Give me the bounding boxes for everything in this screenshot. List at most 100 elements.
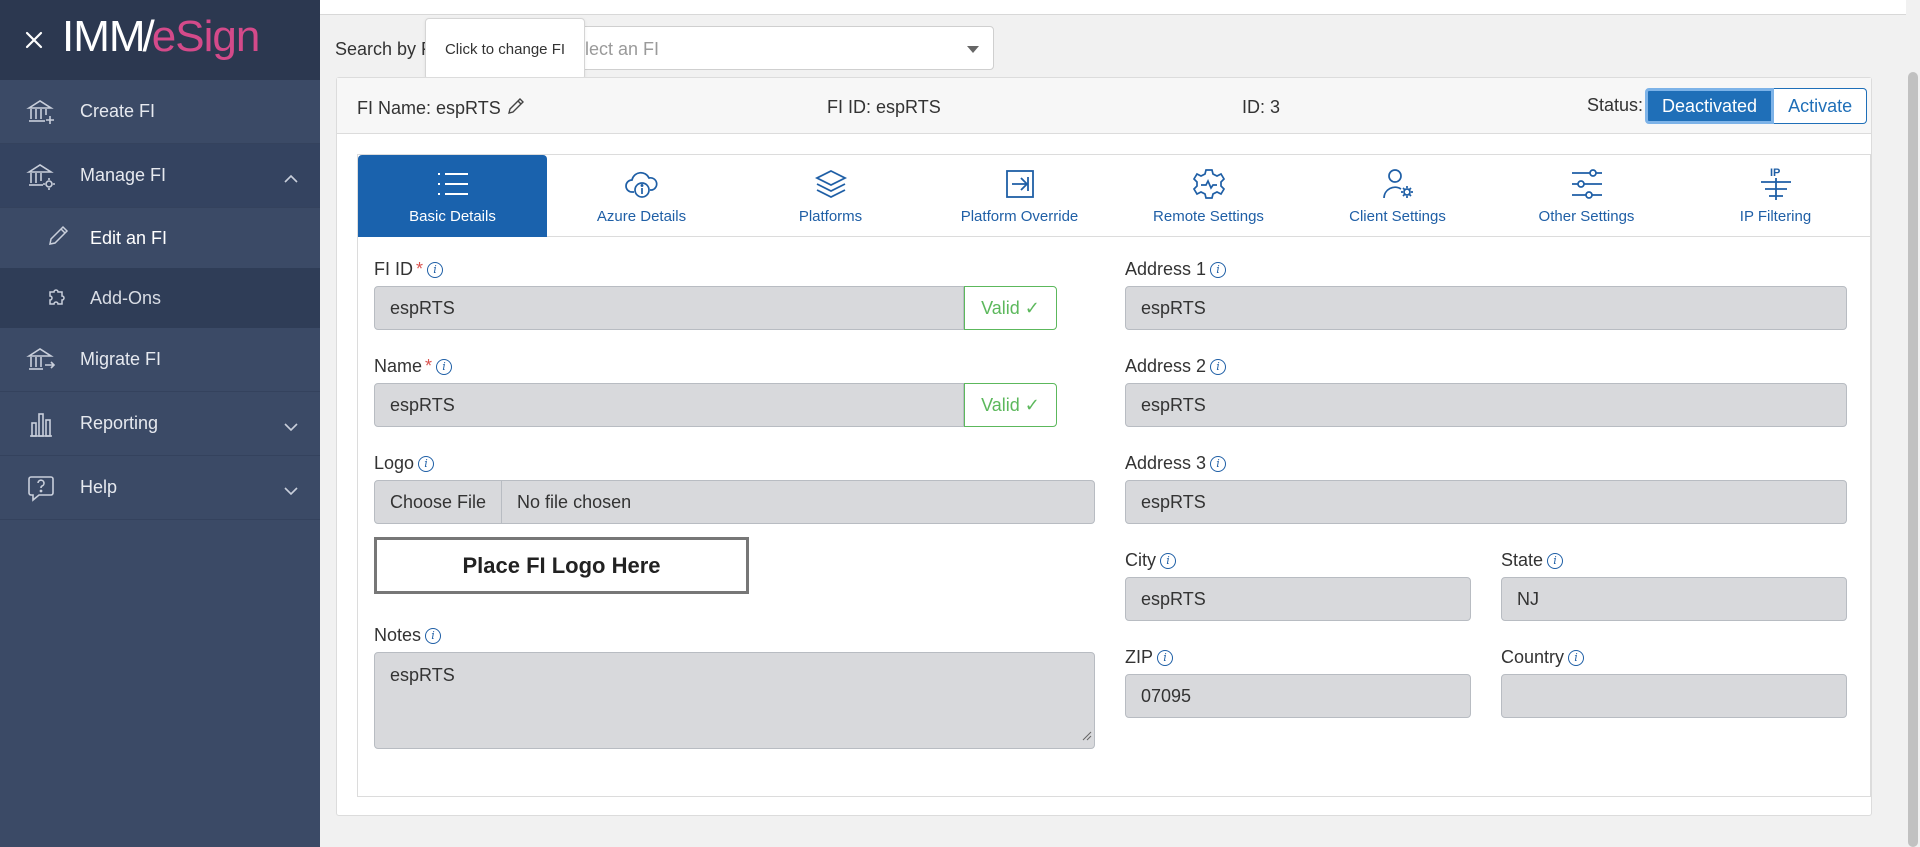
tab-other-settings[interactable]: Other Settings [1492,155,1681,237]
city-label: City i [1125,550,1176,571]
nav-migrate-fi[interactable]: Migrate FI [0,328,320,392]
info-icon[interactable]: i [418,455,435,472]
tab-label: Platforms [798,208,863,225]
close-icon[interactable] [22,28,46,52]
resize-grip-icon[interactable] [1082,725,1092,746]
tooltip-text: Click to change FI [444,40,566,58]
search-label: Search by F [335,39,433,59]
nav-label: Add-Ons [90,287,162,308]
notes-textarea[interactable]: espRTS [374,652,1095,749]
info-icon[interactable]: i [1160,552,1176,569]
nav-create-fi[interactable]: Create FI [0,80,320,144]
bank-arrow-icon [24,343,58,377]
tab-platforms[interactable]: Platforms [736,155,925,237]
zip-input[interactable]: 07095 [1125,674,1471,718]
fi-id-input[interactable]: espRTS [374,286,964,330]
fi-select-placeholder: elect an FI [575,39,660,59]
nav-label: Migrate FI [80,349,162,369]
layers-icon [814,164,848,204]
tab-label: Other Settings [1538,208,1635,225]
address1-value: espRTS [1141,297,1206,318]
scrollbar-track[interactable] [1906,0,1920,847]
chevron-down-icon [284,416,298,437]
fi-id-valid-badge: Valid ✓ [964,286,1057,330]
address2-label: Address 2i [1125,356,1227,377]
info-icon[interactable]: i [1210,261,1227,278]
tab-ip-filtering[interactable]: IP IP Filtering [1681,155,1870,237]
bar-chart-icon [24,407,58,441]
tab-platform-override[interactable]: Platform Override [925,155,1114,237]
help-bubble-icon [24,471,58,505]
address2-label-text: Address 2 [1125,356,1207,376]
name-input[interactable]: espRTS [374,383,964,427]
zip-label-text: ZIP [1125,647,1154,667]
address1-label-text: Address 1 [1125,259,1207,279]
info-icon[interactable]: i [425,627,442,644]
city-label-text: City [1125,550,1156,570]
fi-id-text: FI ID: espRTS [827,97,941,117]
puzzle-icon [46,284,70,313]
address2-input[interactable]: espRTS [1125,383,1847,427]
tab-client-settings[interactable]: Client Settings [1303,155,1492,237]
info-icon[interactable]: i [1157,649,1174,666]
info-icon[interactable]: i [427,261,444,278]
caret-down-icon [967,46,979,53]
nav-label: Manage FI [80,165,167,185]
state-value: NJ [1517,588,1539,609]
manage-fi-submenu: Edit an FI Add-Ons [0,208,320,328]
zip-value: 07095 [1141,685,1192,706]
address3-input[interactable]: espRTS [1125,480,1847,524]
info-icon[interactable]: i [1210,358,1227,375]
nav-add-ons[interactable]: Add-Ons [0,268,320,328]
fi-name: FI Name: espRTS [357,97,525,120]
city-input[interactable]: espRTS [1125,577,1471,621]
fi-name-text: FI Name: espRTS [357,98,501,118]
name-label: Name * i [374,356,453,377]
fi-id-label-text: FI ID [374,259,413,279]
imm-esign-logo: IMM / eSign [62,12,260,61]
country-label-text: Country [1501,647,1565,667]
logo-label-text: Logo [374,453,415,473]
sidebar: IMM / eSign Create FI Manage FI Edit an FI… [0,0,320,847]
notes-label-text: Notes [374,625,422,645]
info-icon[interactable]: i [436,358,453,375]
country-input[interactable] [1501,674,1847,718]
nav-label: Reporting [80,413,159,433]
deactivated-button[interactable]: Deactivated [1645,88,1775,124]
info-icon[interactable]: i [1568,649,1585,666]
choose-file-button[interactable]: Choose File [375,481,503,523]
nav-reporting[interactable]: Reporting [0,392,320,456]
name-value: espRTS [390,394,455,415]
required-marker: * [416,259,424,279]
tab-basic-details[interactable]: Basic Details [358,155,547,237]
svg-text:IP: IP [1770,167,1780,179]
gear-pulse-icon [1192,164,1226,204]
address3-value: espRTS [1141,491,1206,512]
fi-select[interactable]: elect an FI [560,26,994,70]
nav-label: Help [80,477,118,497]
address1-label: Address 1i [1125,259,1227,280]
logo-file-input[interactable]: Choose File No file chosen [374,480,1095,524]
pencil-icon [46,224,70,253]
address3-label: Address 3i [1125,453,1227,474]
state-input[interactable]: NJ [1501,577,1847,621]
nav-help[interactable]: Help [0,456,320,520]
scrollbar-thumb[interactable] [1908,72,1918,847]
address3-label-text: Address 3 [1125,453,1207,473]
nav-edit-an-fi[interactable]: Edit an FI [0,208,320,268]
state-label-text: State [1501,550,1544,570]
info-icon[interactable]: i [1547,552,1564,569]
tab-azure-details[interactable]: Azure Details [547,155,736,237]
nav-manage-fi[interactable]: Manage FI [0,144,320,208]
state-label: State i [1501,550,1564,571]
edit-pencil-icon[interactable] [507,97,525,120]
activate-button[interactable]: Activate [1774,88,1868,124]
id-text: ID: 3 [1242,97,1281,117]
tab-label: IP Filtering [1739,208,1812,225]
bank-plus-icon [24,95,58,129]
address1-input[interactable]: espRTS [1125,286,1847,330]
info-icon[interactable]: i [1210,455,1227,472]
tab-remote-settings[interactable]: Remote Settings [1114,155,1303,237]
arrow-box-icon [1004,164,1036,204]
tab-label: Azure Details [596,208,687,225]
